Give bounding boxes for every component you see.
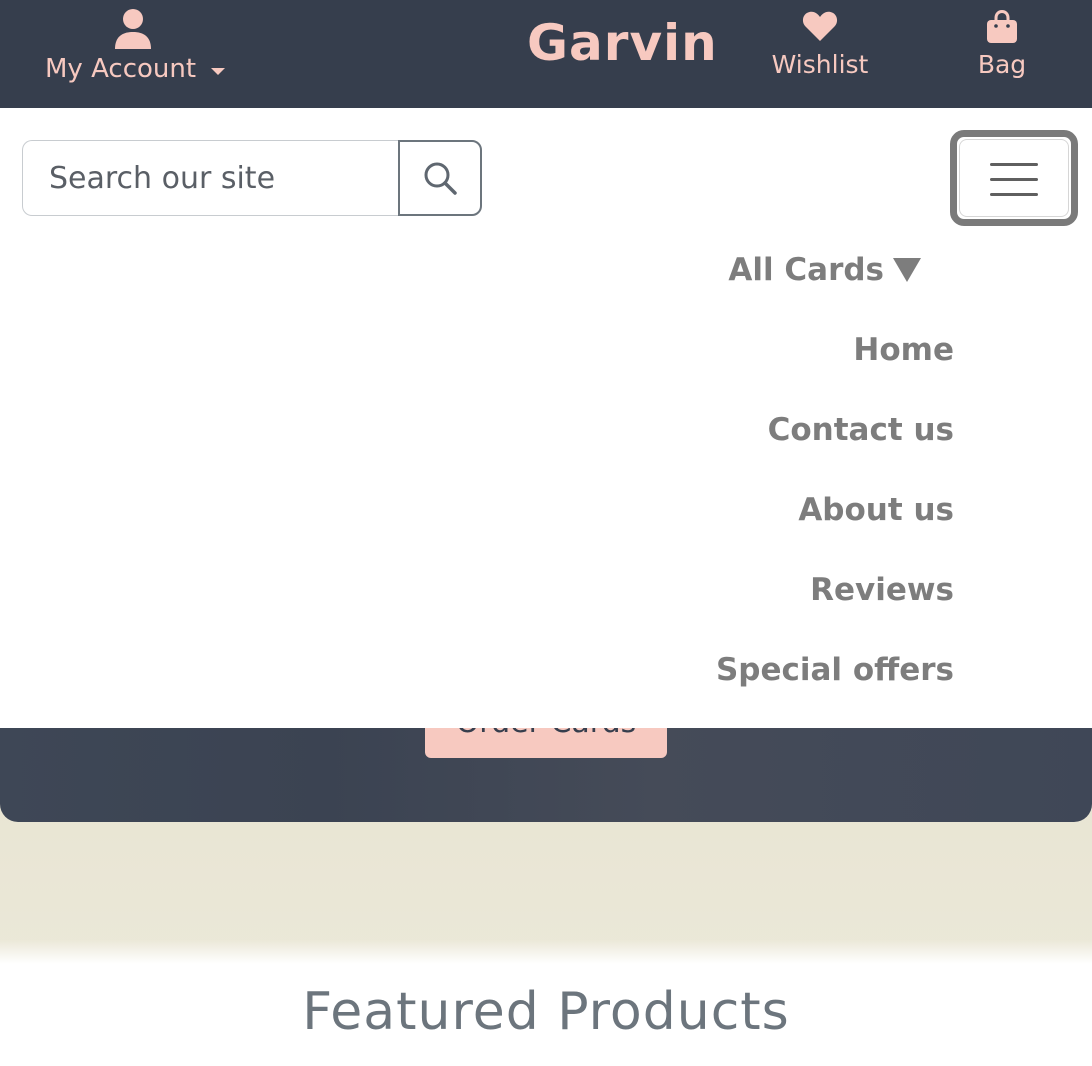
nav-item-reviews[interactable]: Reviews (810, 572, 954, 608)
brand-logo[interactable]: Garvin (527, 14, 718, 72)
wishlist-label: Wishlist (771, 50, 869, 79)
hero-fade (0, 940, 1092, 964)
heart-icon (764, 10, 876, 46)
chevron-down-icon (211, 68, 225, 75)
nav-item-home[interactable]: Home (853, 332, 954, 368)
search-icon (400, 160, 480, 196)
shopping-bag-icon (962, 9, 1042, 48)
featured-products-heading: Featured Products (302, 982, 790, 1042)
user-icon (114, 8, 152, 54)
caret-down-icon[interactable] (893, 258, 921, 282)
nav-item-contact-us[interactable]: Contact us (768, 412, 954, 448)
search-input[interactable] (22, 140, 400, 216)
my-account-label: My Account (45, 54, 197, 84)
top-header: My Account Garvin Wishlist Bag (0, 0, 1092, 108)
nav-item-special-offers[interactable]: Special offers (716, 652, 954, 688)
search-form (22, 140, 482, 216)
hamburger-menu-button[interactable] (950, 130, 1078, 226)
wishlist-link[interactable]: Wishlist (764, 8, 876, 92)
my-account-dropdown[interactable]: My Account (40, 6, 230, 98)
nav-item-all-cards[interactable]: All Cards (728, 252, 884, 288)
bag-label: Bag (977, 50, 1027, 79)
nav-item-about-us[interactable]: About us (798, 492, 954, 528)
bag-link[interactable]: Bag (962, 8, 1042, 92)
search-button[interactable] (398, 140, 482, 216)
